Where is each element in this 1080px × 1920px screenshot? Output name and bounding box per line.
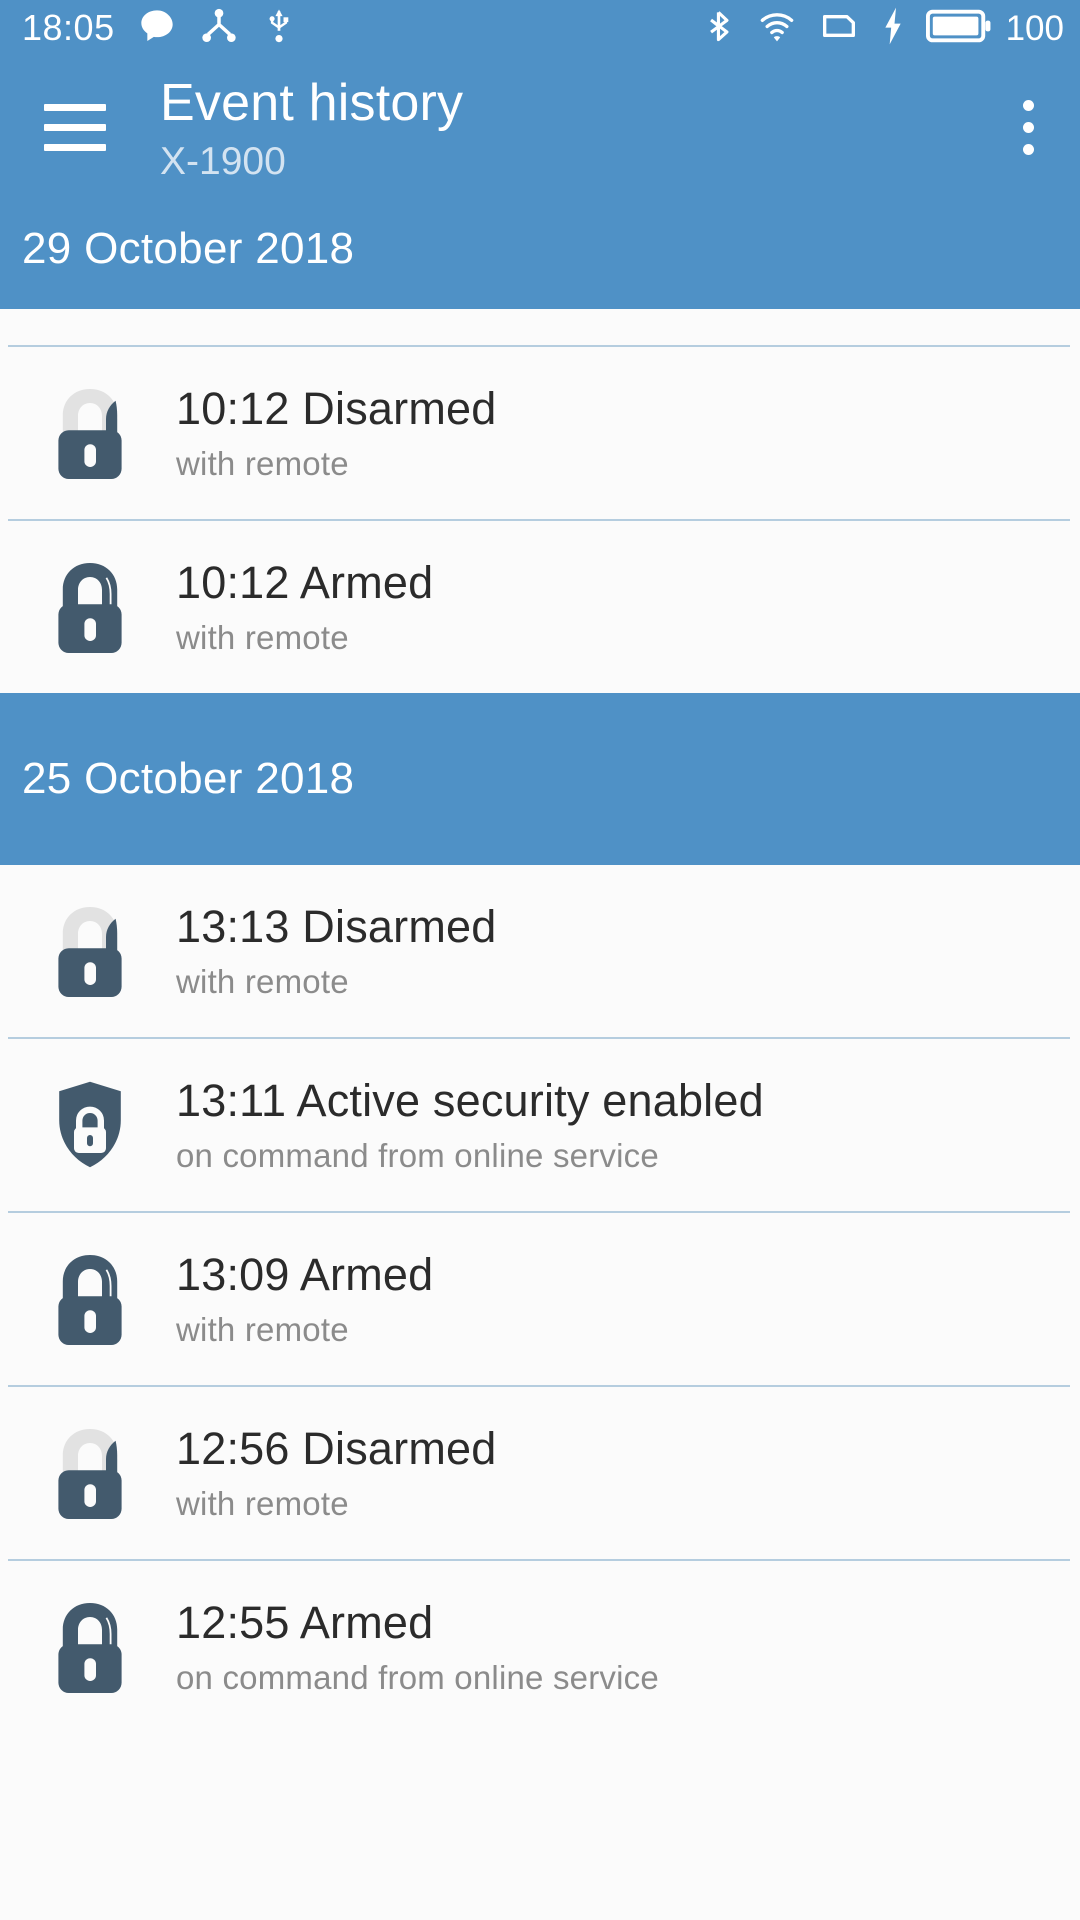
status-bar-clock: 18:05 bbox=[22, 7, 115, 48]
event-title: 13:09 Armed bbox=[176, 1249, 434, 1301]
overflow-dot bbox=[1022, 100, 1034, 111]
event-text: 13:11 Active security enabled on command… bbox=[176, 1074, 764, 1176]
event-subtitle: with remote bbox=[176, 1311, 349, 1349]
share-nodes-icon bbox=[199, 6, 239, 51]
event-title: 13:13 Disarmed bbox=[176, 901, 497, 953]
hamburger-menu-icon[interactable] bbox=[44, 104, 106, 151]
overflow-menu-icon[interactable] bbox=[1006, 100, 1050, 155]
date-header: 29 October 2018 bbox=[0, 196, 1080, 309]
event-subtitle: with remote bbox=[176, 963, 349, 1001]
app-bar: Event history X-1900 bbox=[0, 56, 1080, 196]
event-row[interactable]: 13:09 Armed with remote bbox=[0, 1213, 1080, 1385]
wifi-icon bbox=[756, 6, 798, 51]
event-title: 13:11 Active security enabled bbox=[176, 1075, 764, 1127]
charging-bolt-icon bbox=[880, 6, 906, 51]
section-gap bbox=[0, 309, 1080, 345]
chat-bubble-icon bbox=[137, 6, 177, 51]
shield-lock-icon bbox=[44, 1075, 136, 1175]
event-title: 12:56 Disarmed bbox=[176, 1423, 497, 1475]
battery-percentage: 100 bbox=[1005, 8, 1064, 48]
page-title: Event history bbox=[160, 74, 464, 132]
event-row[interactable]: 13:11 Active security enabled on command… bbox=[0, 1039, 1080, 1211]
event-text: 10:12 Armed with remote bbox=[176, 556, 433, 658]
event-list-section-2: 13:13 Disarmed with remote 13:11 Active … bbox=[0, 865, 1080, 1733]
padlock-closed-icon bbox=[44, 557, 136, 657]
date-header-label: 25 October 2018 bbox=[22, 754, 355, 803]
event-row[interactable]: 12:55 Armed on command from online servi… bbox=[0, 1561, 1080, 1733]
event-row[interactable]: 10:12 Disarmed with remote bbox=[0, 347, 1080, 519]
date-header: 25 October 2018 bbox=[0, 693, 1080, 865]
event-title: 12:55 Armed bbox=[176, 1597, 434, 1649]
hamburger-bar bbox=[44, 124, 106, 131]
event-text: 12:56 Disarmed with remote bbox=[176, 1422, 496, 1524]
hamburger-bar bbox=[44, 104, 106, 111]
sim-card-icon bbox=[818, 6, 860, 51]
bluetooth-icon bbox=[702, 6, 736, 51]
event-text: 12:55 Armed on command from online servi… bbox=[176, 1596, 659, 1698]
event-subtitle: with remote bbox=[176, 619, 349, 657]
event-text: 10:12 Disarmed with remote bbox=[176, 382, 496, 484]
page-subtitle: X-1900 bbox=[160, 140, 286, 184]
padlock-closed-icon bbox=[44, 1249, 136, 1349]
event-row[interactable]: 10:12 Armed with remote bbox=[0, 521, 1080, 693]
app-bar-titles: Event history X-1900 bbox=[160, 74, 1006, 187]
battery-icon bbox=[925, 6, 992, 51]
padlock-open-icon bbox=[44, 901, 136, 1001]
event-subtitle: on command from online service bbox=[176, 1659, 659, 1697]
event-title: 10:12 Disarmed bbox=[176, 383, 497, 435]
event-title: 10:12 Armed bbox=[176, 557, 434, 609]
event-list-section-1: 10:12 Disarmed with remote 10:12 Armed w… bbox=[0, 347, 1080, 693]
event-row[interactable]: 13:13 Disarmed with remote bbox=[0, 865, 1080, 1037]
hamburger-bar bbox=[44, 144, 106, 151]
padlock-open-icon bbox=[44, 1423, 136, 1523]
usb-icon bbox=[261, 6, 297, 51]
event-subtitle: with remote bbox=[176, 445, 349, 483]
event-text: 13:09 Armed with remote bbox=[176, 1248, 433, 1350]
overflow-dot bbox=[1022, 122, 1034, 133]
date-header-label: 29 October 2018 bbox=[22, 223, 355, 273]
event-subtitle: with remote bbox=[176, 1485, 349, 1523]
status-bar-left: 18:05 bbox=[22, 6, 297, 51]
event-row[interactable]: 12:56 Disarmed with remote bbox=[0, 1387, 1080, 1559]
app-screen: 18:05 100 Event history X-1900 29 Octobe… bbox=[0, 0, 1080, 1920]
padlock-open-icon bbox=[44, 383, 136, 483]
event-subtitle: on command from online service bbox=[176, 1137, 659, 1175]
status-bar-right: 100 bbox=[702, 6, 1064, 51]
overflow-dot bbox=[1022, 144, 1034, 155]
padlock-closed-icon bbox=[44, 1597, 136, 1697]
event-text: 13:13 Disarmed with remote bbox=[176, 900, 496, 1002]
status-bar: 18:05 100 bbox=[0, 0, 1080, 56]
